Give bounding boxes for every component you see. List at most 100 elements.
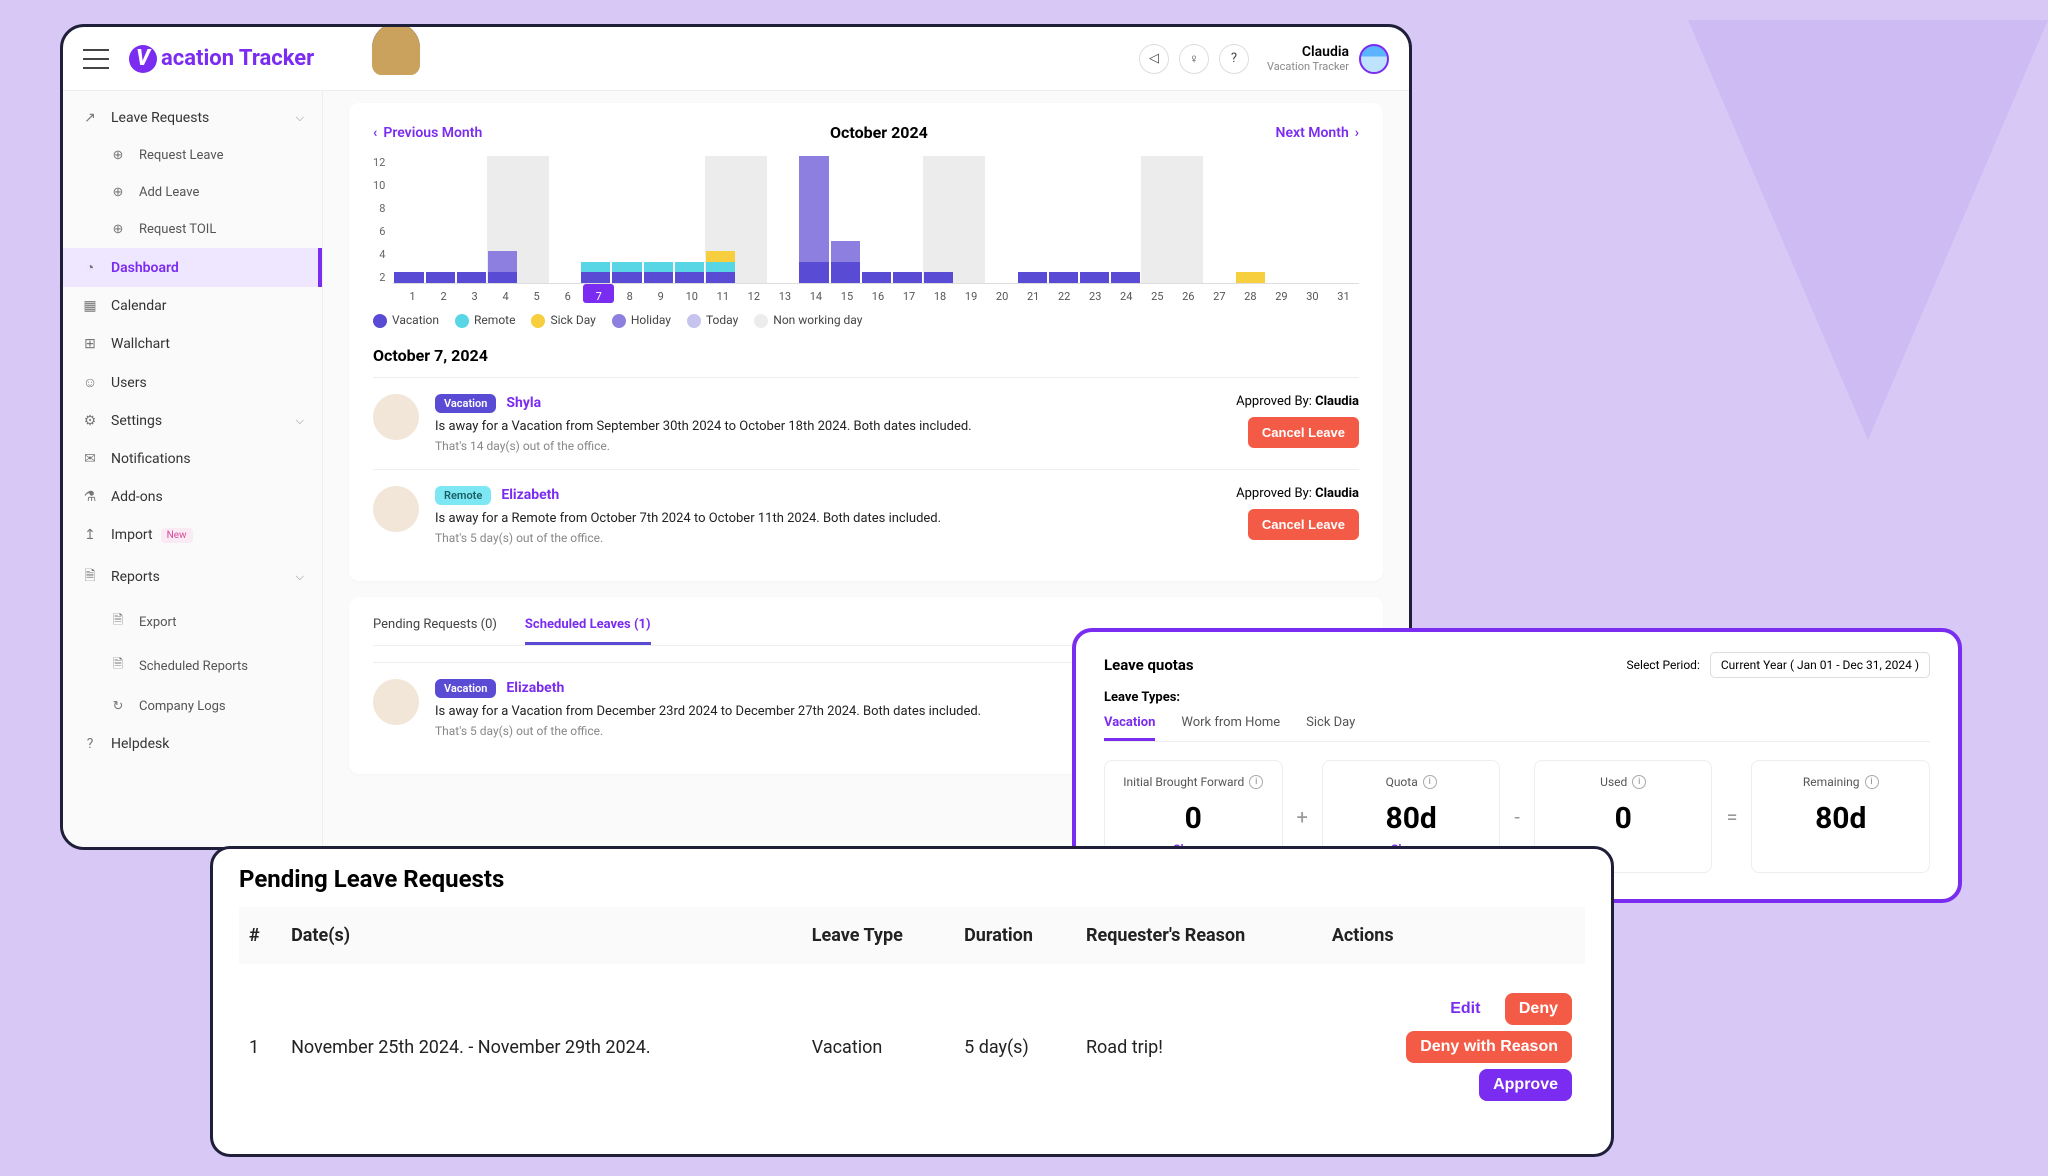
tab-pending[interactable]: Pending Requests (0) [373,617,497,645]
app-logo[interactable]: V acation Tracker [129,45,314,73]
day-label: 3 [459,284,490,303]
nav-icon: 🗎 [109,611,127,633]
sidebar-item-add-ons[interactable]: ⚗Add-ons [63,478,322,516]
leave-entry: RemoteElizabeth Is away for a Remote fro… [373,469,1359,561]
day-label: 17 [894,284,925,303]
info-icon[interactable]: i [1865,775,1879,789]
chart-col-10[interactable] [674,156,705,283]
sidebar: ↗Leave Requests⌵⊕Request Leave⊕Add Leave… [63,91,323,847]
sidebar-item-reports[interactable]: 🗎Reports⌵ [63,554,322,600]
chart-col-3[interactable] [456,156,487,283]
legend-item: Non working day [754,313,862,328]
legend-item: Vacation [373,313,439,328]
sidebar-item-export[interactable]: 🗎Export [63,600,322,644]
person-name[interactable]: Shyla [506,395,541,411]
chart-col-20[interactable] [985,156,1016,283]
tab-scheduled[interactable]: Scheduled Leaves (1) [525,617,651,645]
hint-icon[interactable]: ♀ [1179,44,1209,74]
chart-col-19[interactable] [954,156,985,283]
chart-col-18[interactable] [923,156,954,283]
month-title: October 2024 [830,123,928,142]
sidebar-item-scheduled-reports[interactable]: 🗎Scheduled Reports [63,644,322,688]
background-decoration [1568,0,2048,560]
nav-icon: ↗ [81,110,99,126]
chevron-left-icon: ‹ [373,125,377,141]
quota-type-tab[interactable]: Vacation [1104,715,1155,741]
day-label: 20 [987,284,1018,303]
info-icon[interactable]: i [1632,775,1646,789]
quota-change-button [1762,842,1919,858]
cancel-leave-button[interactable]: Cancel Leave [1248,417,1359,448]
chart-col-21[interactable] [1017,156,1048,283]
chart-col-31[interactable] [1328,156,1359,283]
chart-col-13[interactable] [767,156,798,283]
menu-toggle-icon[interactable] [83,49,109,69]
chart-col-5[interactable] [518,156,549,283]
chart-col-24[interactable] [1110,156,1141,283]
next-month-button[interactable]: Next Month› [1276,125,1359,141]
chart-col-11[interactable] [705,156,736,283]
sidebar-item-company-logs[interactable]: ↻Company Logs [63,688,322,725]
prev-month-button[interactable]: ‹Previous Month [373,125,482,141]
chart-col-17[interactable] [892,156,923,283]
nav-label: Reports [111,569,160,585]
announce-icon[interactable]: ◁ [1139,44,1169,74]
person-name[interactable]: Elizabeth [506,680,564,696]
quota-type-tab[interactable]: Work from Home [1181,715,1280,741]
chart-col-12[interactable] [736,156,767,283]
chart-col-4[interactable] [487,156,518,283]
user-name: Claudia [1267,44,1349,60]
deny-with-reason-button[interactable]: Deny with Reason [1406,1031,1572,1063]
operator: = [1726,805,1737,829]
chart-col-6[interactable] [549,156,580,283]
chart-col-26[interactable] [1172,156,1203,283]
topbar: V acation Tracker ◁ ♀ ? Claudia Vacation… [63,27,1409,91]
sidebar-item-import[interactable]: ↥ImportNew [63,516,322,554]
sidebar-item-calendar[interactable]: ▦Calendar [63,287,322,325]
chart-col-14[interactable] [798,156,829,283]
sidebar-item-request-leave[interactable]: ⊕Request Leave [63,137,322,174]
chart-col-16[interactable] [861,156,892,283]
quota-label: Used i [1545,775,1702,789]
approve-button[interactable]: Approve [1479,1069,1572,1101]
chart-col-8[interactable] [611,156,642,283]
logo-mark: V [129,45,157,73]
sidebar-item-dashboard[interactable]: ◔Dashboard [63,248,322,287]
info-icon[interactable]: i [1423,775,1437,789]
chart-col-25[interactable] [1141,156,1172,283]
sidebar-item-users[interactable]: ☺Users [63,363,322,402]
help-icon[interactable]: ? [1219,44,1249,74]
nav-icon: ⊕ [109,222,127,237]
sidebar-item-settings[interactable]: ⚙Settings⌵ [63,402,322,440]
chart-col-29[interactable] [1266,156,1297,283]
edit-button[interactable]: Edit [1436,993,1494,1025]
nav-icon: ↥ [81,527,99,543]
chart-col-28[interactable] [1235,156,1266,283]
cancel-leave-button[interactable]: Cancel Leave [1248,509,1359,540]
chart-col-30[interactable] [1297,156,1328,283]
sidebar-item-request-toil[interactable]: ⊕Request TOIL [63,211,322,248]
period-select[interactable]: Current Year ( Jan 01 - Dec 31, 2024 ) [1710,652,1930,678]
chart-col-2[interactable] [425,156,456,283]
chart-col-22[interactable] [1048,156,1079,283]
sidebar-item-helpdesk[interactable]: ?Helpdesk [63,725,322,763]
chevron-icon: ⌵ [296,111,304,125]
deny-button[interactable]: Deny [1505,993,1572,1025]
info-icon[interactable]: i [1249,775,1263,789]
chart-col-1[interactable] [393,156,424,283]
sidebar-item-leave-requests[interactable]: ↗Leave Requests⌵ [63,99,322,137]
sidebar-item-wallchart[interactable]: ⊞Wallchart [63,325,322,363]
sidebar-item-add-leave[interactable]: ⊕Add Leave [63,174,322,211]
chart-col-9[interactable] [643,156,674,283]
chart-col-7[interactable] [580,156,611,283]
quota-type-tab[interactable]: Sick Day [1306,715,1355,741]
person-name[interactable]: Elizabeth [501,487,559,503]
nav-icon: ⚗ [81,489,99,505]
user-avatar[interactable] [1359,44,1389,74]
chart-col-27[interactable] [1203,156,1234,283]
chart-col-23[interactable] [1079,156,1110,283]
cell-reason: Road trip! [1076,964,1322,1130]
sidebar-item-notifications[interactable]: ✉Notifications [63,440,322,478]
chart-col-15[interactable] [830,156,861,283]
entry-sub: That's 5 day(s) out of the office. [435,531,1220,545]
